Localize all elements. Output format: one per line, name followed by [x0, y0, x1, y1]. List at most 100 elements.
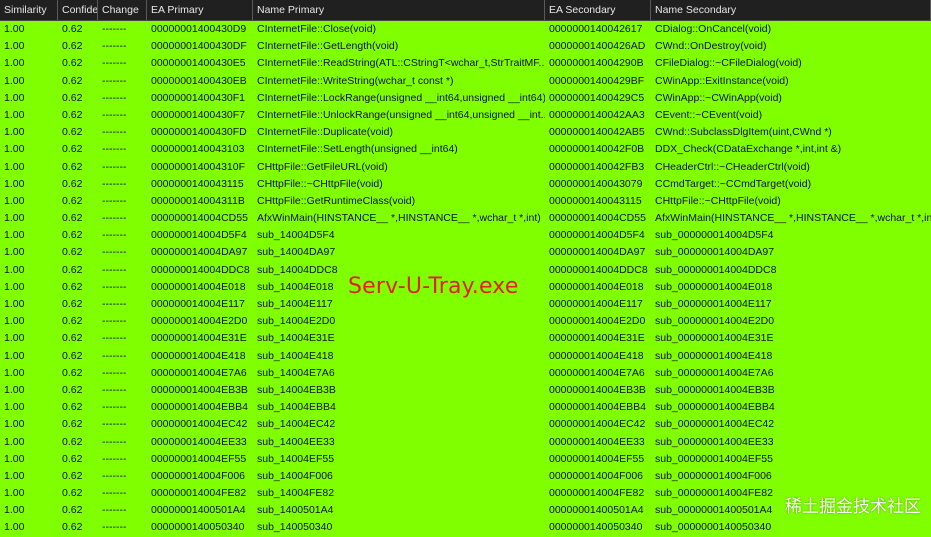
cell-similarity: 1.00 [4, 280, 25, 293]
table-row[interactable]: 1.00 0.62 ------- 000000014004E7A6 sub_14004… [0, 365, 931, 382]
table-row[interactable]: 1.00 0.62 ------- 0000000140043115 CHttpFile… [0, 176, 931, 193]
table-row[interactable]: 1.00 0.62 ------- 00000001400430E5 CInternet… [0, 55, 931, 72]
table-row[interactable]: 1.00 0.62 ------- 000000014004CD55 AfxWinMai… [0, 210, 931, 227]
cell-similarity: 1.00 [4, 435, 25, 448]
cell-name-secondary: sub_000000014004E2D0 [655, 315, 775, 328]
cell-change: ------- [102, 504, 127, 517]
cell-change: ------- [102, 487, 127, 500]
column-header-ea-primary[interactable]: EA Primary [147, 0, 253, 20]
cell-change: ------- [102, 126, 127, 139]
cell-name-secondary: sub_000000014004EE33 [655, 435, 774, 448]
cell-ea-primary: 00000001400430FD [151, 126, 247, 139]
table-row[interactable]: 1.00 0.62 ------- 0000000140050340 sub_14005… [0, 519, 931, 536]
cell-name-primary: sub_14004EE33 [257, 435, 335, 448]
table-row[interactable]: 1.00 0.62 ------- 000000014004311B CHttpFile… [0, 193, 931, 210]
cell-confidence: 0.62 [62, 108, 83, 121]
cell-name-secondary: CWinApp::~CWinApp(void) [655, 91, 782, 104]
cell-change: ------- [102, 383, 127, 396]
table-row[interactable]: 1.00 0.62 ------- 000000014004E418 sub_14004… [0, 348, 931, 365]
cell-similarity: 1.00 [4, 143, 25, 156]
cell-change: ------- [102, 177, 127, 190]
table-row[interactable]: 1.00 0.62 ------- 00000001400430EB CInternet… [0, 73, 931, 90]
cell-similarity: 1.00 [4, 418, 25, 431]
table-row[interactable]: 1.00 0.62 ------- 000000014004310F CHttpFile… [0, 159, 931, 176]
table-row[interactable]: 1.00 0.62 ------- 000000014004EBB4 sub_14004… [0, 399, 931, 416]
cell-ea-secondary: 0000000140043115 [549, 194, 642, 207]
table-row[interactable]: 1.00 0.62 ------- 000000014004EC42 sub_14004… [0, 416, 931, 433]
table-row[interactable]: 1.00 0.62 ------- 00000001400430FD CInternet… [0, 124, 931, 141]
cell-change: ------- [102, 521, 127, 534]
cell-name-secondary: sub_0000000140050340 [655, 521, 772, 534]
cell-confidence: 0.62 [62, 126, 83, 139]
table-row[interactable]: 1.00 0.62 ------- 000000014004EF55 sub_14004… [0, 451, 931, 468]
table-row[interactable]: 1.00 0.62 ------- 000000014004F006 sub_14004… [0, 468, 931, 485]
cell-ea-primary: 000000014004E418 [151, 349, 246, 362]
cell-name-secondary: CEvent::~CEvent(void) [655, 108, 763, 121]
column-header-ea-secondary[interactable]: EA Secondary [545, 0, 651, 20]
cell-change: ------- [102, 91, 127, 104]
cell-ea-secondary: 00000001400426AD [549, 40, 646, 53]
cell-name-secondary: sub_000000014004E418 [655, 349, 773, 362]
column-header-name-primary[interactable]: Name Primary [253, 0, 545, 20]
cell-ea-secondary: 000000014004F006 [549, 469, 644, 482]
cell-ea-primary: 000000014004F006 [151, 469, 246, 482]
cell-ea-secondary: 000000014004DA97 [549, 246, 646, 259]
cell-confidence: 0.62 [62, 212, 83, 225]
table-row[interactable]: 1.00 0.62 ------- 000000014004EE33 sub_14004… [0, 434, 931, 451]
cell-change: ------- [102, 435, 127, 448]
cell-change: ------- [102, 280, 127, 293]
cell-confidence: 0.62 [62, 280, 83, 293]
cell-change: ------- [102, 229, 127, 242]
cell-name-secondary: DDX_Check(CDataExchange *,int,int &) [655, 143, 842, 156]
cell-confidence: 0.62 [62, 418, 83, 431]
cell-ea-primary: 000000014004310F [151, 160, 246, 173]
cell-name-secondary: CCmdTarget::~CCmdTarget(void) [655, 177, 812, 190]
cell-ea-primary: 00000001400430EB [151, 74, 247, 87]
table-row[interactable]: 1.00 0.62 ------- 000000014004E31E sub_14004… [0, 330, 931, 347]
table-row[interactable]: 1.00 0.62 ------- 000000014004DA97 sub_14004… [0, 244, 931, 261]
column-header-similarity[interactable]: Similarity [0, 0, 58, 20]
column-header-name-secondary[interactable]: Name Secondary [651, 0, 931, 20]
cell-ea-primary: 000000014004EF55 [151, 452, 247, 465]
cell-name-secondary: sub_000000014004E31E [655, 332, 774, 345]
cell-change: ------- [102, 212, 127, 225]
table-row[interactable]: 1.00 0.62 ------- 00000001400430DF CInternet… [0, 38, 931, 55]
cell-name-primary: sub_14004E7A6 [257, 366, 335, 379]
cell-similarity: 1.00 [4, 315, 25, 328]
cell-change: ------- [102, 57, 127, 70]
cell-similarity: 1.00 [4, 366, 25, 379]
cell-similarity: 1.00 [4, 229, 25, 242]
column-header-change[interactable]: Change [98, 0, 147, 20]
table-row[interactable]: 1.00 0.62 ------- 00000001400430D9 CInternet… [0, 21, 931, 38]
cell-name-primary: CInternetFile::SetLength(unsigned __int6… [257, 143, 458, 156]
table-row[interactable]: 1.00 0.62 ------- 00000001400430F7 CInternet… [0, 107, 931, 124]
cell-name-secondary: sub_000000014004EC42 [655, 418, 775, 431]
cell-name-primary: CInternetFile::ReadString(ATL::CStringT<… [257, 57, 545, 70]
cell-ea-primary: 0000000140043103 [151, 143, 245, 156]
cell-similarity: 1.00 [4, 263, 25, 276]
table-row[interactable]: 1.00 0.62 ------- 000000014004EB3B sub_14004… [0, 382, 931, 399]
table-row[interactable]: 1.00 0.62 ------- 00000001400430F1 CInternet… [0, 90, 931, 107]
cell-confidence: 0.62 [62, 57, 83, 70]
cell-confidence: 0.62 [62, 23, 83, 35]
cell-ea-secondary: 000000014004E7A6 [549, 366, 645, 379]
table-row[interactable]: 1.00 0.62 ------- 0000000140043103 CInternet… [0, 141, 931, 158]
cell-confidence: 0.62 [62, 263, 83, 276]
table-row[interactable]: 1.00 0.62 ------- 000000014004E2D0 sub_14004… [0, 313, 931, 330]
cell-name-secondary: AfxWinMain(HINSTANCE__ *,HINSTANCE__ *,w… [655, 212, 931, 225]
table-row[interactable]: 1.00 0.62 ------- 000000014004D5F4 sub_14004… [0, 227, 931, 244]
cell-confidence: 0.62 [62, 298, 83, 310]
cell-name-primary: CHttpFile::GetFileURL(void) [257, 160, 388, 173]
cell-change: ------- [102, 23, 127, 35]
cell-change: ------- [102, 452, 127, 465]
column-header-confidence[interactable]: Confide [58, 0, 98, 20]
cell-confidence: 0.62 [62, 143, 83, 156]
cell-ea-secondary: 000000014004E31E [549, 332, 645, 345]
cell-ea-primary: 000000014004EBB4 [151, 401, 248, 414]
cell-name-primary: sub_14004EB3B [257, 383, 336, 396]
cell-name-secondary: sub_000000014004EBB4 [655, 401, 775, 414]
cell-ea-primary: 000000014004DDC8 [151, 263, 250, 276]
cell-ea-secondary: 000000014004EE33 [549, 435, 645, 448]
cell-ea-secondary: 000000014004E418 [549, 349, 644, 362]
cell-confidence: 0.62 [62, 74, 83, 87]
